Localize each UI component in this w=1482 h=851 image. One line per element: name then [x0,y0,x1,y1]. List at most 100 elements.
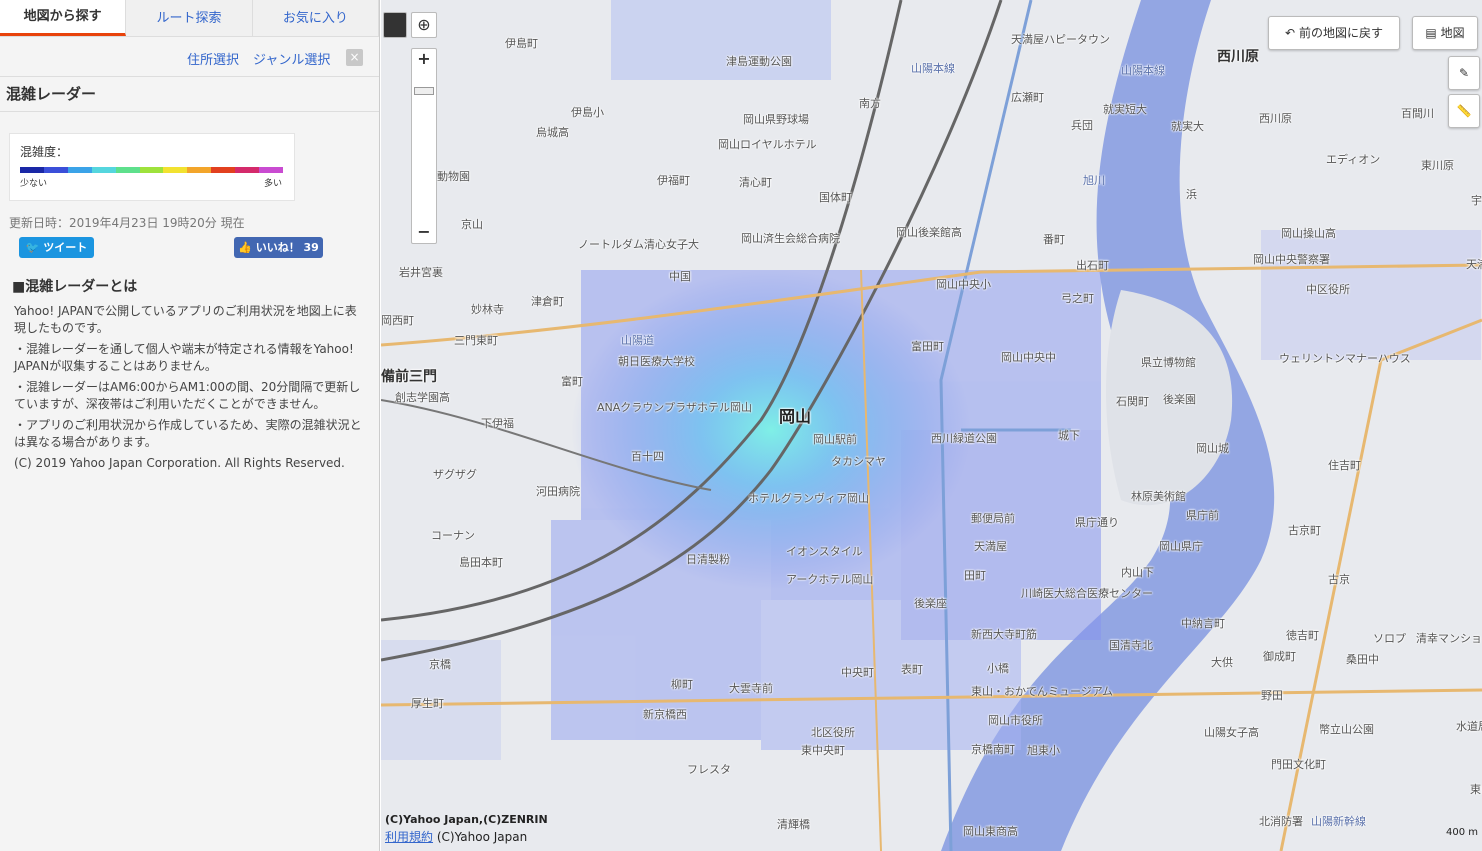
map-place-label[interactable]: 岡山駅前 [813,431,857,447]
map-place-label[interactable]: 番町 [1043,231,1065,247]
map-place-label[interactable]: 国清寺北 [1109,637,1153,653]
map-layer-button[interactable]: ▤ 地図 [1412,16,1478,50]
map-place-label[interactable]: 石関町 [1116,393,1149,409]
ruler-icon[interactable]: 📏 [1448,94,1480,128]
map-place-label[interactable]: タカシマヤ [831,453,886,469]
map-place-label[interactable]: 岡山市役所 [988,712,1043,728]
map-place-label[interactable]: 門田文化町 [1271,756,1326,772]
map-place-label[interactable]: 津倉町 [531,293,564,309]
map-place-label[interactable]: フレスタ [687,761,731,777]
map-place-label[interactable]: 三門東町 [454,332,498,348]
zoom-out-button[interactable]: − [412,222,436,241]
map-place-label[interactable]: 中央町 [841,664,874,680]
collapse-panel-button[interactable] [383,12,407,38]
map-place-label[interactable]: 伊島町 [505,35,538,51]
map-place-label[interactable]: 朝日医療大学校 [618,353,695,369]
map-place-label[interactable]: 内山下 [1121,564,1154,580]
map-place-label[interactable]: 岡山中央警察署 [1253,251,1330,267]
map-place-label[interactable]: 備前三門 [381,366,437,386]
map-place-label[interactable]: 岡山東商高 [963,823,1018,839]
map-place-label[interactable]: エディオン [1326,151,1380,167]
map-place-label[interactable]: 大供 [1211,654,1233,670]
map-place-label[interactable]: 岡山後楽館高 [896,224,962,240]
map-place-label[interactable]: 中区役所 [1306,281,1350,297]
map-place-label[interactable]: 百間川 [1401,105,1434,121]
map-place-label[interactable]: 烏城高 [536,124,569,140]
map-place-label[interactable]: 新京橋西 [643,706,687,722]
map-place-label[interactable]: 京橋 [429,656,451,672]
map-place-label[interactable]: ノートルダム清心女子大 [578,236,699,252]
map-place-label[interactable]: 中国 [669,268,691,284]
current-location-icon[interactable]: ⊕ [411,12,437,38]
map-place-label[interactable]: 創志学園高 [395,389,450,405]
map-place-label[interactable]: 岡山ロイヤルホテル [718,136,817,152]
map-place-label[interactable]: 岡西町 [381,312,414,328]
map-place-label[interactable]: 柳町 [671,676,693,692]
map-place-label[interactable]: アークホテル岡山 [786,571,873,587]
map-place-label[interactable]: 岡山県野球場 [743,111,809,127]
map-place-label[interactable]: 清幸マンション野田 [1416,630,1482,646]
map-place-label[interactable]: 山陽本線 [911,60,955,76]
map-place-label[interactable]: 京山 [461,216,483,232]
map-place-label[interactable]: 古京町 [1288,522,1321,538]
map-place-label[interactable]: 百十四 [631,448,664,464]
map-place-label[interactable]: 妙林寺 [471,301,504,317]
map-place-label[interactable]: 北消防署 [1259,813,1303,829]
map-place-label[interactable]: 北区役所 [811,724,855,740]
map-place-label[interactable]: 国体町 [819,189,852,205]
map-place-label[interactable]: 県立博物館 [1141,354,1196,370]
map-place-label[interactable]: 西川緑道公園 [931,430,997,446]
map-place-label[interactable]: ホテルグランヴィア岡山 [748,490,869,506]
tab-map-search[interactable]: 地図から探す [0,0,127,36]
map-place-label[interactable]: 水道局前 [1456,718,1482,734]
map-place-label[interactable]: 天満屋ハピータウン [1011,31,1110,47]
map-place-label[interactable]: 徳吉町 [1286,627,1319,643]
map-place-label[interactable]: 古京 [1328,571,1350,587]
tab-route-search[interactable]: ルート探索 [126,0,253,36]
map-place-label[interactable]: 山陽道 [621,332,654,348]
genre-select-link[interactable]: ジャンル選択 [253,49,330,68]
address-select-link[interactable]: 住所選択 [187,49,239,68]
map-place-label[interactable]: 宇野小 [1471,192,1482,208]
map-place-label[interactable]: 桑田中 [1346,651,1379,667]
map-place-label[interactable]: 岡山県庁 [1159,538,1203,554]
map-place-label[interactable]: 西川原 [1217,46,1259,66]
map-place-label[interactable]: 島田本町 [459,554,503,570]
map-place-label[interactable]: 岡山城 [1196,440,1229,456]
map-place-label[interactable]: 中納言町 [1181,615,1225,631]
map-place-label[interactable]: 日清製粉 [686,551,730,567]
zoom-in-button[interactable]: + [412,49,436,69]
map-place-label[interactable]: 河田病院 [536,483,580,499]
map-place-label[interactable]: 小橋 [987,660,1009,676]
map-place-label[interactable]: 就実短大 [1103,101,1147,117]
tweet-button[interactable]: 🐦 ツイート [19,237,94,258]
map-place-label[interactable]: 郵便局前 [971,510,1015,526]
like-button[interactable]: 👍 いいね！ 39 [234,237,323,258]
back-to-previous-map-button[interactable]: ↶ 前の地図に戻す [1268,16,1400,50]
map-place-label[interactable]: 厚生町 [411,695,444,711]
map-place-label[interactable]: 東川原 [1421,157,1454,173]
terms-link[interactable]: 利用規約 [385,830,433,844]
map-place-label[interactable]: 清心町 [739,174,772,190]
map-place-label[interactable]: 旭東小 [1027,742,1060,758]
map-place-label[interactable]: 東山中 [1470,781,1482,797]
map-place-label[interactable]: 川崎医大総合医療センター [1021,585,1153,601]
map-place-label[interactable]: 京橋南町 [971,741,1015,757]
map-place-label[interactable]: 広瀬町 [1011,89,1044,105]
map-place-label[interactable]: 就実大 [1171,118,1204,134]
map-place-label[interactable]: 岡山 [779,403,811,427]
zoom-handle[interactable] [414,87,434,95]
close-icon[interactable]: × [346,49,363,66]
map-place-label[interactable]: 山陽本線 [1121,62,1165,78]
pencil-icon[interactable]: ✎ [1448,56,1480,90]
map-place-label[interactable]: 表町 [901,661,923,677]
map-place-label[interactable]: 岡山済生会総合病院 [741,230,840,246]
map-place-label[interactable]: 山陽女子高 [1204,724,1259,740]
map-place-label[interactable]: 浜 [1186,186,1197,202]
map-place-label[interactable]: 兵団 [1071,117,1093,133]
map-place-label[interactable]: 城下 [1058,427,1080,443]
map-place-label[interactable]: 下伊福 [481,415,514,431]
map-place-label[interactable]: 富田町 [911,338,944,354]
map-place-label[interactable]: 新西大寺町筋 [971,626,1037,642]
map-place-label[interactable]: 岡山中央小 [936,276,991,292]
